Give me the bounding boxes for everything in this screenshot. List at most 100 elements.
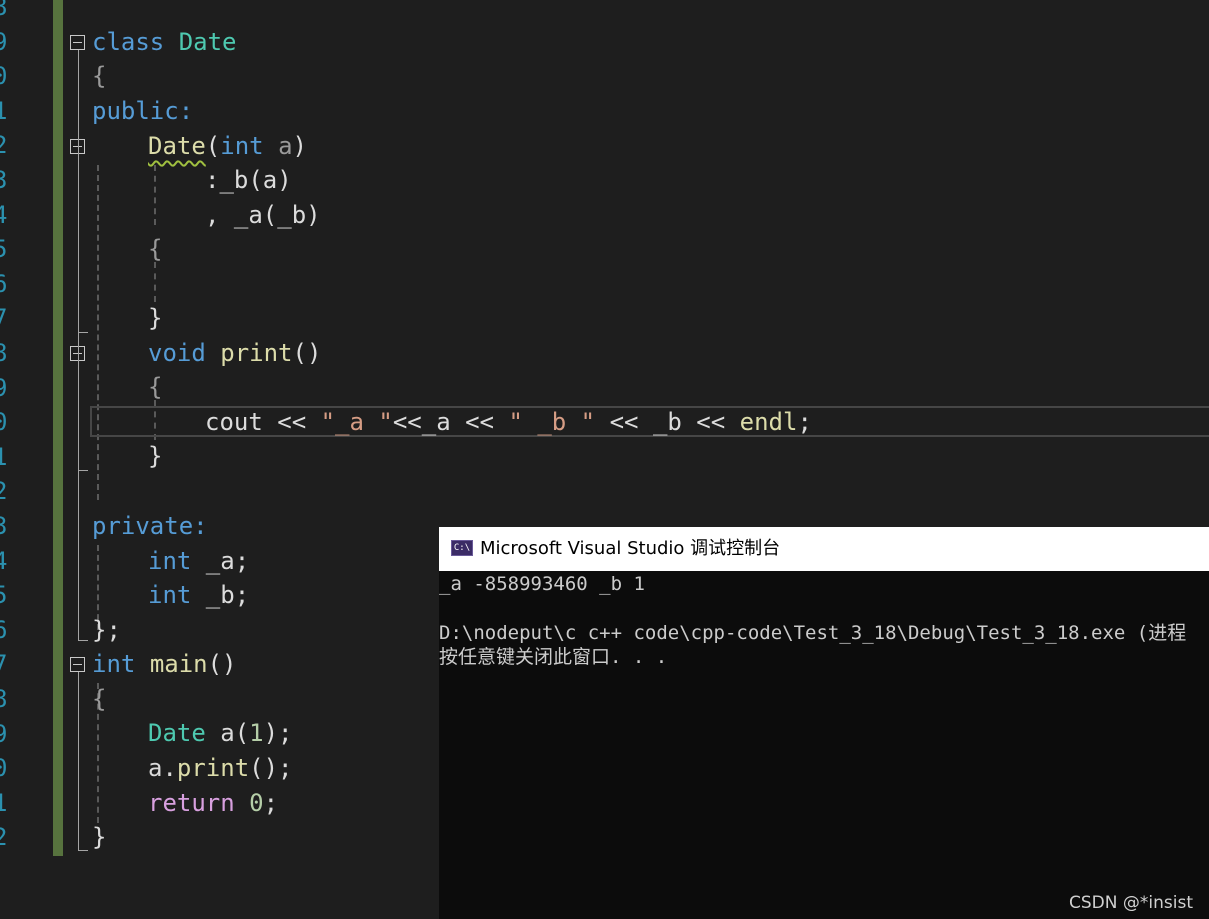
line-number: 7 bbox=[0, 650, 8, 679]
identifier: a bbox=[148, 754, 163, 782]
code-token: _b; bbox=[191, 581, 250, 609]
change-tracking-bar bbox=[53, 0, 63, 856]
class-name: Date bbox=[178, 28, 237, 56]
paren: ( bbox=[234, 719, 250, 747]
class-fold-end bbox=[78, 640, 88, 641]
line-number: 7 bbox=[0, 304, 8, 333]
function-name: print bbox=[176, 754, 250, 782]
line-number: 2 bbox=[0, 131, 8, 160]
code-line: } bbox=[92, 823, 107, 851]
code-line-return: return 0; bbox=[148, 786, 278, 820]
line-number: 1 bbox=[0, 96, 8, 125]
code-line: } bbox=[148, 442, 163, 470]
paren: () bbox=[207, 650, 237, 678]
identifier: a bbox=[205, 719, 235, 747]
code-line: }; bbox=[92, 616, 121, 644]
paren: ) bbox=[292, 132, 307, 160]
code-line-main: int main() bbox=[92, 647, 237, 681]
code-line-init-b: :_b(a) bbox=[205, 166, 292, 194]
function-name: endl bbox=[739, 408, 798, 436]
code-token: ; bbox=[263, 789, 279, 817]
console-title: Microsoft Visual Studio 调试控制台 bbox=[480, 538, 781, 559]
param: a bbox=[278, 132, 293, 160]
code-line: { bbox=[148, 373, 163, 401]
code-line-public: public: bbox=[92, 97, 194, 125]
line-number: 5 bbox=[0, 235, 8, 264]
keyword: int bbox=[92, 650, 136, 678]
code-line: { bbox=[92, 62, 107, 90]
code-token: << _b << bbox=[595, 408, 740, 436]
line-number: 8 bbox=[0, 0, 8, 21]
code-line-cout: cout << "_a "<<_a << " _b " << _b << end… bbox=[205, 405, 812, 439]
string-literal: " _b " bbox=[508, 408, 596, 436]
main-fold-end bbox=[78, 850, 88, 851]
code-token: . bbox=[162, 754, 177, 782]
collapse-class-icon[interactable] bbox=[70, 35, 85, 50]
console-prompt-line: 按任意键关闭此窗口. . . bbox=[439, 646, 668, 668]
line-number: 0 bbox=[0, 754, 8, 783]
keyword: void bbox=[148, 339, 206, 367]
console-path-line: D:\nodeput\c c++ code\cpp-code\Test_3_18… bbox=[439, 622, 1187, 644]
debug-console-window[interactable]: C:\ Microsoft Visual Studio 调试控制台 _a -85… bbox=[439, 527, 1209, 919]
line-number: 9 bbox=[0, 373, 8, 402]
console-app-icon: C:\ bbox=[451, 540, 473, 556]
collapse-main-icon[interactable] bbox=[70, 657, 85, 672]
code-line-date-a: Date a(1); bbox=[148, 716, 293, 750]
line-number: 4 bbox=[0, 200, 8, 229]
keyword: int bbox=[148, 547, 192, 575]
keyword: int bbox=[148, 581, 192, 609]
paren: () bbox=[292, 339, 322, 367]
code-line: } bbox=[148, 304, 163, 332]
print-fold-end bbox=[78, 470, 88, 471]
code-line-class: class Date bbox=[92, 25, 237, 59]
line-number: 6 bbox=[0, 269, 8, 298]
line-number-gutter: 8 9 0 1 2 3 4 5 6 7 8 9 0 1 2 3 4 5 6 7 8 9 0 1 2 bbox=[0, 0, 10, 919]
line-number: 3 bbox=[0, 512, 8, 540]
line-number: 2 bbox=[0, 477, 8, 506]
code-token: ); bbox=[263, 719, 293, 747]
class-fold-line bbox=[78, 50, 79, 640]
string-literal: "_a " bbox=[320, 408, 393, 436]
number-literal: 0 bbox=[249, 789, 264, 817]
keyword: class bbox=[92, 28, 165, 56]
main-fold-line bbox=[78, 672, 79, 850]
code-line-constructor: Date(int a) bbox=[148, 129, 307, 163]
code-line-print-decl: void print() bbox=[148, 336, 321, 370]
code-line-init-a: , _a(_b) bbox=[205, 201, 321, 229]
code-token: (); bbox=[249, 754, 293, 782]
code-line-member-b: int _b; bbox=[148, 578, 249, 612]
code-token: ; bbox=[797, 408, 812, 436]
line-number: 0 bbox=[0, 62, 8, 91]
line-number: 8 bbox=[0, 685, 8, 713]
line-number: 0 bbox=[0, 408, 8, 437]
line-number: 1 bbox=[0, 442, 8, 471]
line-number: 8 bbox=[0, 339, 8, 367]
keyword: int bbox=[220, 132, 264, 160]
constructor-fold-end bbox=[78, 332, 88, 333]
code-token: <<_a << bbox=[392, 408, 509, 436]
code-line: { bbox=[92, 685, 107, 713]
console-output-line: _a -858993460 _b 1 bbox=[439, 573, 645, 595]
indent-guide bbox=[154, 165, 156, 225]
line-number: 4 bbox=[0, 546, 8, 575]
number-literal: 1 bbox=[249, 719, 264, 747]
code-line-print-call: a.print(); bbox=[148, 751, 293, 785]
keyword: return bbox=[148, 789, 235, 817]
line-number: 9 bbox=[0, 27, 8, 56]
code-token: cout << bbox=[205, 408, 321, 436]
function-name: print bbox=[220, 339, 293, 367]
line-number: 5 bbox=[0, 581, 8, 610]
function-name: main bbox=[149, 650, 208, 678]
line-number: 1 bbox=[0, 788, 8, 817]
line-number: 9 bbox=[0, 719, 8, 748]
line-number: 3 bbox=[0, 166, 8, 194]
constructor-name: Date bbox=[148, 132, 206, 160]
code-line-private: private: bbox=[92, 512, 208, 540]
code-token: _a; bbox=[191, 547, 250, 575]
console-title-bar[interactable]: C:\ Microsoft Visual Studio 调试控制台 bbox=[439, 527, 1209, 571]
watermark: CSDN @*insist bbox=[1069, 893, 1193, 913]
code-line-member-a: int _a; bbox=[148, 544, 249, 578]
indent-guide bbox=[154, 262, 156, 302]
code-line: { bbox=[148, 235, 163, 263]
class-name: Date bbox=[148, 719, 206, 747]
